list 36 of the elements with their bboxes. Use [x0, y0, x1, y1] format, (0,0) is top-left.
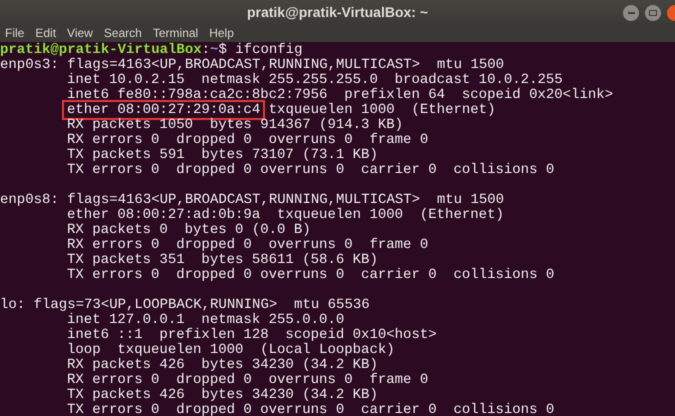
interface-header: enp0s3: flags=4163<UP,BROADCAST,RUNNING,MULTICAST> mtu 1500: [0, 57, 504, 73]
prompt-separator: :: [202, 42, 210, 58]
interface-header: lo: flags=73<UP,LOOPBACK,RUNNING> mtu 65536: [0, 297, 370, 313]
output-text: inet6 fe80::798a:ca2c:8bc2:7956 prefixlen 64 scopeid 0x20<link>: [67, 87, 614, 103]
command-text: ifconfig: [235, 42, 302, 58]
menu-item[interactable]: Edit: [35, 24, 56, 42]
output-text: TX errors 0 dropped 0 overruns 0 carrier 0 collisions 0: [67, 402, 554, 416]
output-text: TX packets 351 bytes 58611 (58.6 KB): [67, 252, 378, 268]
output-text: TX errors 0 dropped 0 overruns 0 carrier 0 collisions 0: [67, 267, 554, 283]
output-text: inet6 ::1 prefixlen 128 scopeid 0x10<host>: [67, 327, 437, 343]
output-text: loop txqueuelen 1000 (Local Loopback): [67, 342, 395, 358]
prompt-symbol: $: [218, 42, 227, 58]
output-text: RX packets 426 bytes 34230 (34.2 KB): [67, 357, 378, 373]
prompt-user-host: pratik@pratik-VirtualBox: [0, 42, 202, 58]
menu-item[interactable]: Terminal: [152, 24, 198, 42]
menu-item[interactable]: File: [5, 24, 24, 42]
output-text: RX packets 0 bytes 0 (0.0 B): [67, 222, 311, 238]
maximize-button[interactable]: [645, 5, 661, 21]
menu-item[interactable]: View: [67, 24, 93, 42]
window-title: pratik@pratik-VirtualBox: ~: [246, 2, 428, 22]
menu-item[interactable]: Help: [209, 24, 234, 42]
output-text: txqueuelen 1000 (Ethernet): [268, 102, 496, 118]
output-text: RX errors 0 dropped 0 overruns 0 frame 0: [67, 372, 428, 388]
output-text: RX packets 1050 bytes 914367 (914.3 KB): [67, 117, 404, 133]
output-text: TX errors 0 dropped 0 overruns 0 carrier 0 collisions 0: [67, 162, 554, 178]
interface-header: enp0s8: flags=4163<UP,BROADCAST,RUNNING,MULTICAST> mtu 1500: [0, 192, 504, 208]
output-text: TX packets 426 bytes 34230 (34.2 KB): [67, 387, 378, 403]
output-text: inet 10.0.2.15 netmask 255.255.255.0 broadcast 10.0.2.255: [67, 72, 563, 88]
minimize-button[interactable]: [623, 5, 639, 21]
output-text: RX errors 0 dropped 0 overruns 0 frame 0: [67, 237, 428, 253]
menu-item[interactable]: Search: [104, 24, 142, 42]
output-text: ether 08:00:27:ad:0b:9a txqueuelen 1000 (Ethernet): [67, 207, 504, 223]
output-text: TX packets 591 bytes 73107 (73.1 KB): [67, 147, 378, 163]
output-text: RX errors 0 dropped 0 overruns 0 frame 0: [67, 132, 428, 148]
output-text: inet 127.0.0.1 netmask 255.0.0.0: [67, 312, 344, 328]
prompt-path: ~: [210, 42, 218, 58]
